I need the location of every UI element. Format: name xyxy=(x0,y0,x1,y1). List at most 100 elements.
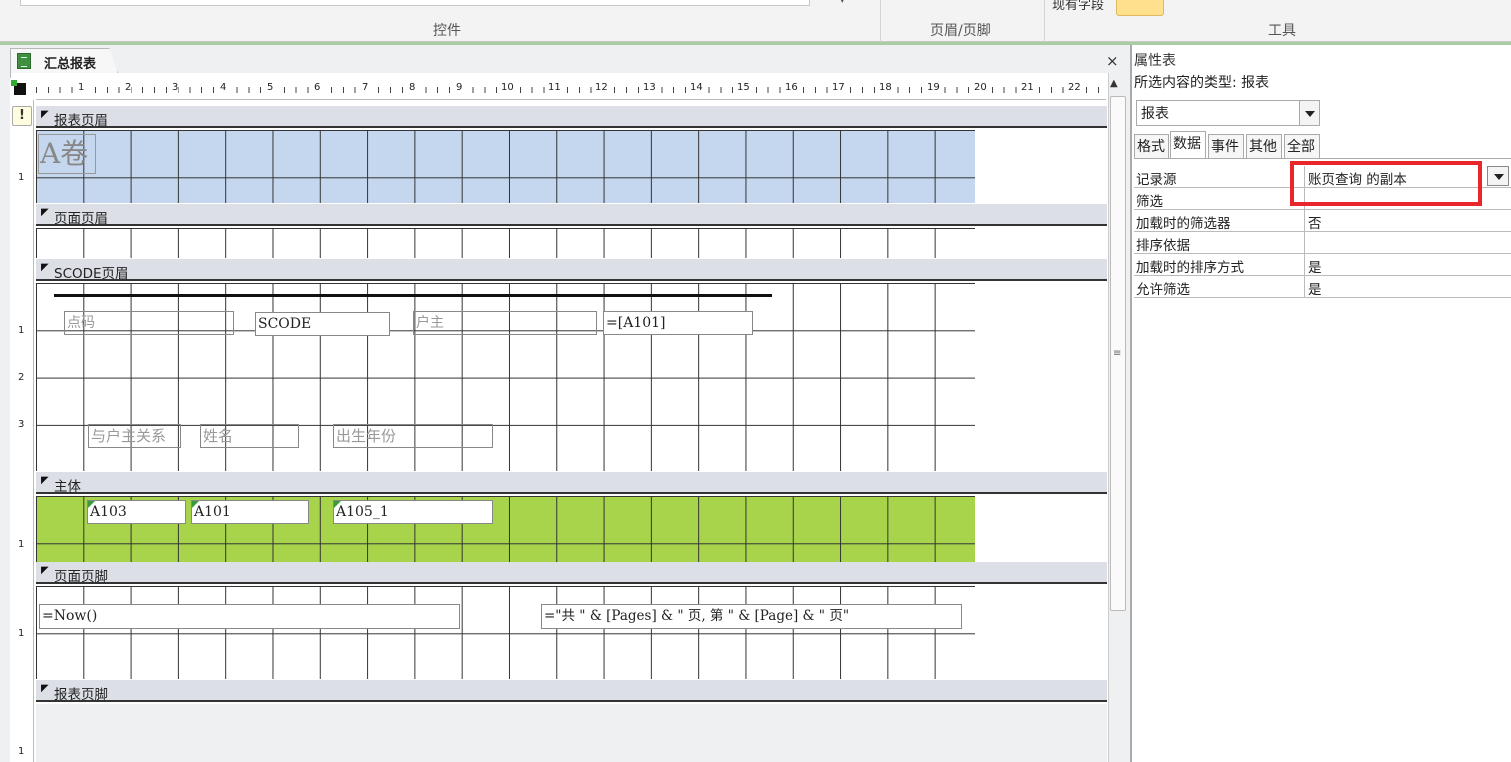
ruler-number: 2 xyxy=(18,372,25,383)
section-bar-detail[interactable]: ◤ 主体 xyxy=(36,472,1107,495)
ruler-number: 17 xyxy=(832,82,845,93)
ribbon-group-tools: 工具 xyxy=(1268,23,1296,39)
ruler-number: 20 xyxy=(974,82,987,93)
ruler-ticks xyxy=(36,87,1106,93)
ribbon-separator xyxy=(1044,0,1045,42)
textbox-a101-expr[interactable]: =[A101] xyxy=(603,311,753,335)
property-row-order-on-load[interactable]: 加载时的排序方式 是 xyxy=(1134,254,1511,276)
collapse-arrow-icon: ◤ xyxy=(41,109,49,120)
textbox-page-number[interactable]: ="共 " & [Pages] & " 页, 第 " & [Page] & " … xyxy=(541,604,962,629)
section-label: 报表页脚 xyxy=(54,687,108,703)
property-key: 筛选 xyxy=(1136,194,1163,210)
close-icon[interactable]: × xyxy=(1106,52,1119,70)
tab-other[interactable]: 其他 xyxy=(1246,134,1282,158)
textbox-scode[interactable]: SCODE xyxy=(255,312,390,336)
document-tab[interactable]: 汇总报表 xyxy=(10,48,118,73)
ruler-number: 22 xyxy=(1068,82,1081,93)
textbox-now[interactable]: =Now() xyxy=(39,604,460,629)
ribbon-group-controls: 控件 xyxy=(433,23,461,39)
row-divider xyxy=(1304,276,1305,298)
textbox-a103[interactable]: A103 xyxy=(87,500,186,524)
label-householder[interactable]: 户主 xyxy=(413,311,597,335)
report-logo[interactable]: A卷 xyxy=(38,134,96,174)
property-value[interactable]: 否 xyxy=(1308,212,1322,232)
tab-event[interactable]: 事件 xyxy=(1208,134,1244,158)
textbox-a101[interactable]: A101 xyxy=(191,500,309,524)
warning-icon[interactable] xyxy=(12,106,32,126)
tab-format[interactable]: 格式 xyxy=(1134,134,1169,158)
horizontal-ruler[interactable]: 1 2 3 4 5 6 7 8 9 10 11 12 13 14 15 16 1… xyxy=(36,78,1106,100)
label-name[interactable]: 姓名 xyxy=(200,424,299,448)
row-divider xyxy=(1304,232,1305,254)
property-value[interactable]: 是 xyxy=(1308,256,1322,276)
ruler-number: 21 xyxy=(1021,82,1034,93)
report-selector[interactable] xyxy=(10,78,32,100)
report-header-band[interactable] xyxy=(36,130,975,203)
ribbon: ▾ 控件 页眉/页脚 现有字段 工具 xyxy=(0,0,1511,42)
ruler-number: 16 xyxy=(785,82,798,93)
report-icon xyxy=(17,53,31,69)
ruler-number: 15 xyxy=(737,82,750,93)
chevron-down-icon[interactable] xyxy=(1299,101,1319,125)
row-divider xyxy=(1304,254,1305,276)
label-point-code[interactable]: 点码 xyxy=(64,311,234,335)
page-header-band[interactable] xyxy=(36,228,975,258)
ribbon-control-gallery[interactable] xyxy=(20,0,810,6)
gallery-more-icon[interactable]: ▾ xyxy=(840,0,845,6)
ruler-number: 9 xyxy=(456,82,463,93)
ruler-number: 1 xyxy=(78,82,85,93)
ruler-number: 1 xyxy=(18,628,25,639)
property-row-allow-filters[interactable]: 允许筛选 是 xyxy=(1134,276,1511,298)
ruler-number: 3 xyxy=(18,419,25,430)
section-bar-scode-header[interactable]: ◤ SCODE页眉 xyxy=(36,259,1107,282)
report-footer-band[interactable] xyxy=(36,704,1107,762)
collapse-arrow-icon: ◤ xyxy=(41,565,49,576)
separator-line[interactable] xyxy=(54,294,772,297)
ruler-number: 5 xyxy=(267,82,274,93)
ruler-number: 8 xyxy=(409,82,416,93)
section-label: 主体 xyxy=(54,479,81,495)
property-key: 加载时的排序方式 xyxy=(1136,260,1244,276)
section-bar-page-footer[interactable]: ◤ 页面页脚 xyxy=(36,562,1107,585)
row-divider xyxy=(1304,210,1305,232)
section-label: 页面页脚 xyxy=(54,569,108,585)
ruler-number: 12 xyxy=(595,82,608,93)
selection-type: 所选内容的类型: 报表 xyxy=(1134,75,1270,91)
ruler-number: 3 xyxy=(172,82,179,93)
property-row-order-by[interactable]: 排序依据 xyxy=(1134,232,1511,254)
section-bar-report-header[interactable]: ◤ 报表页眉 xyxy=(36,106,1107,129)
property-key: 允许筛选 xyxy=(1136,282,1190,298)
ruler-number: 6 xyxy=(314,82,321,93)
property-value[interactable]: 是 xyxy=(1308,278,1322,298)
collapse-arrow-icon: ◤ xyxy=(41,262,49,273)
section-label: SCODE页眉 xyxy=(54,266,129,282)
section-bar-report-footer[interactable]: ◤ 报表页脚 xyxy=(36,680,1107,703)
collapse-arrow-icon: ◤ xyxy=(41,683,49,694)
object-select-value: 报表 xyxy=(1141,106,1169,122)
ruler-number: 11 xyxy=(548,82,561,93)
ruler-number: 1 xyxy=(18,325,25,336)
section-label: 报表页眉 xyxy=(54,113,108,129)
tab-underline xyxy=(1134,158,1511,159)
ruler-number: 2 xyxy=(125,82,132,93)
property-row-filter-on-load[interactable]: 加载时的筛选器 否 xyxy=(1134,210,1511,232)
ribbon-separator xyxy=(880,0,881,42)
chevron-down-icon[interactable] xyxy=(1487,166,1509,186)
section-bar-page-header[interactable]: ◤ 页面页眉 xyxy=(36,204,1107,227)
tab-all[interactable]: 全部 xyxy=(1284,134,1320,158)
ruler-number: 18 xyxy=(879,82,892,93)
textbox-a105[interactable]: A105_1 xyxy=(333,500,493,524)
collapse-arrow-icon: ◤ xyxy=(41,475,49,486)
ruler-number: 14 xyxy=(690,82,703,93)
label-birth-year[interactable]: 出生年份 xyxy=(333,424,493,448)
tab-data[interactable]: 数据 xyxy=(1170,131,1206,158)
vertical-ruler[interactable]: 1 1 2 3 1 1 1 xyxy=(10,100,34,762)
scroll-up-icon[interactable]: ▲ xyxy=(1110,78,1118,89)
property-key: 排序依据 xyxy=(1136,238,1190,254)
existing-fields-button[interactable]: 现有字段 xyxy=(1052,0,1104,13)
property-sheet-button[interactable] xyxy=(1116,0,1164,16)
label-relation[interactable]: 与户主关系 xyxy=(88,424,181,448)
ruler-number: 1 xyxy=(18,746,25,757)
ruler-number: 4 xyxy=(220,82,227,93)
page-footer-band[interactable] xyxy=(36,586,975,679)
